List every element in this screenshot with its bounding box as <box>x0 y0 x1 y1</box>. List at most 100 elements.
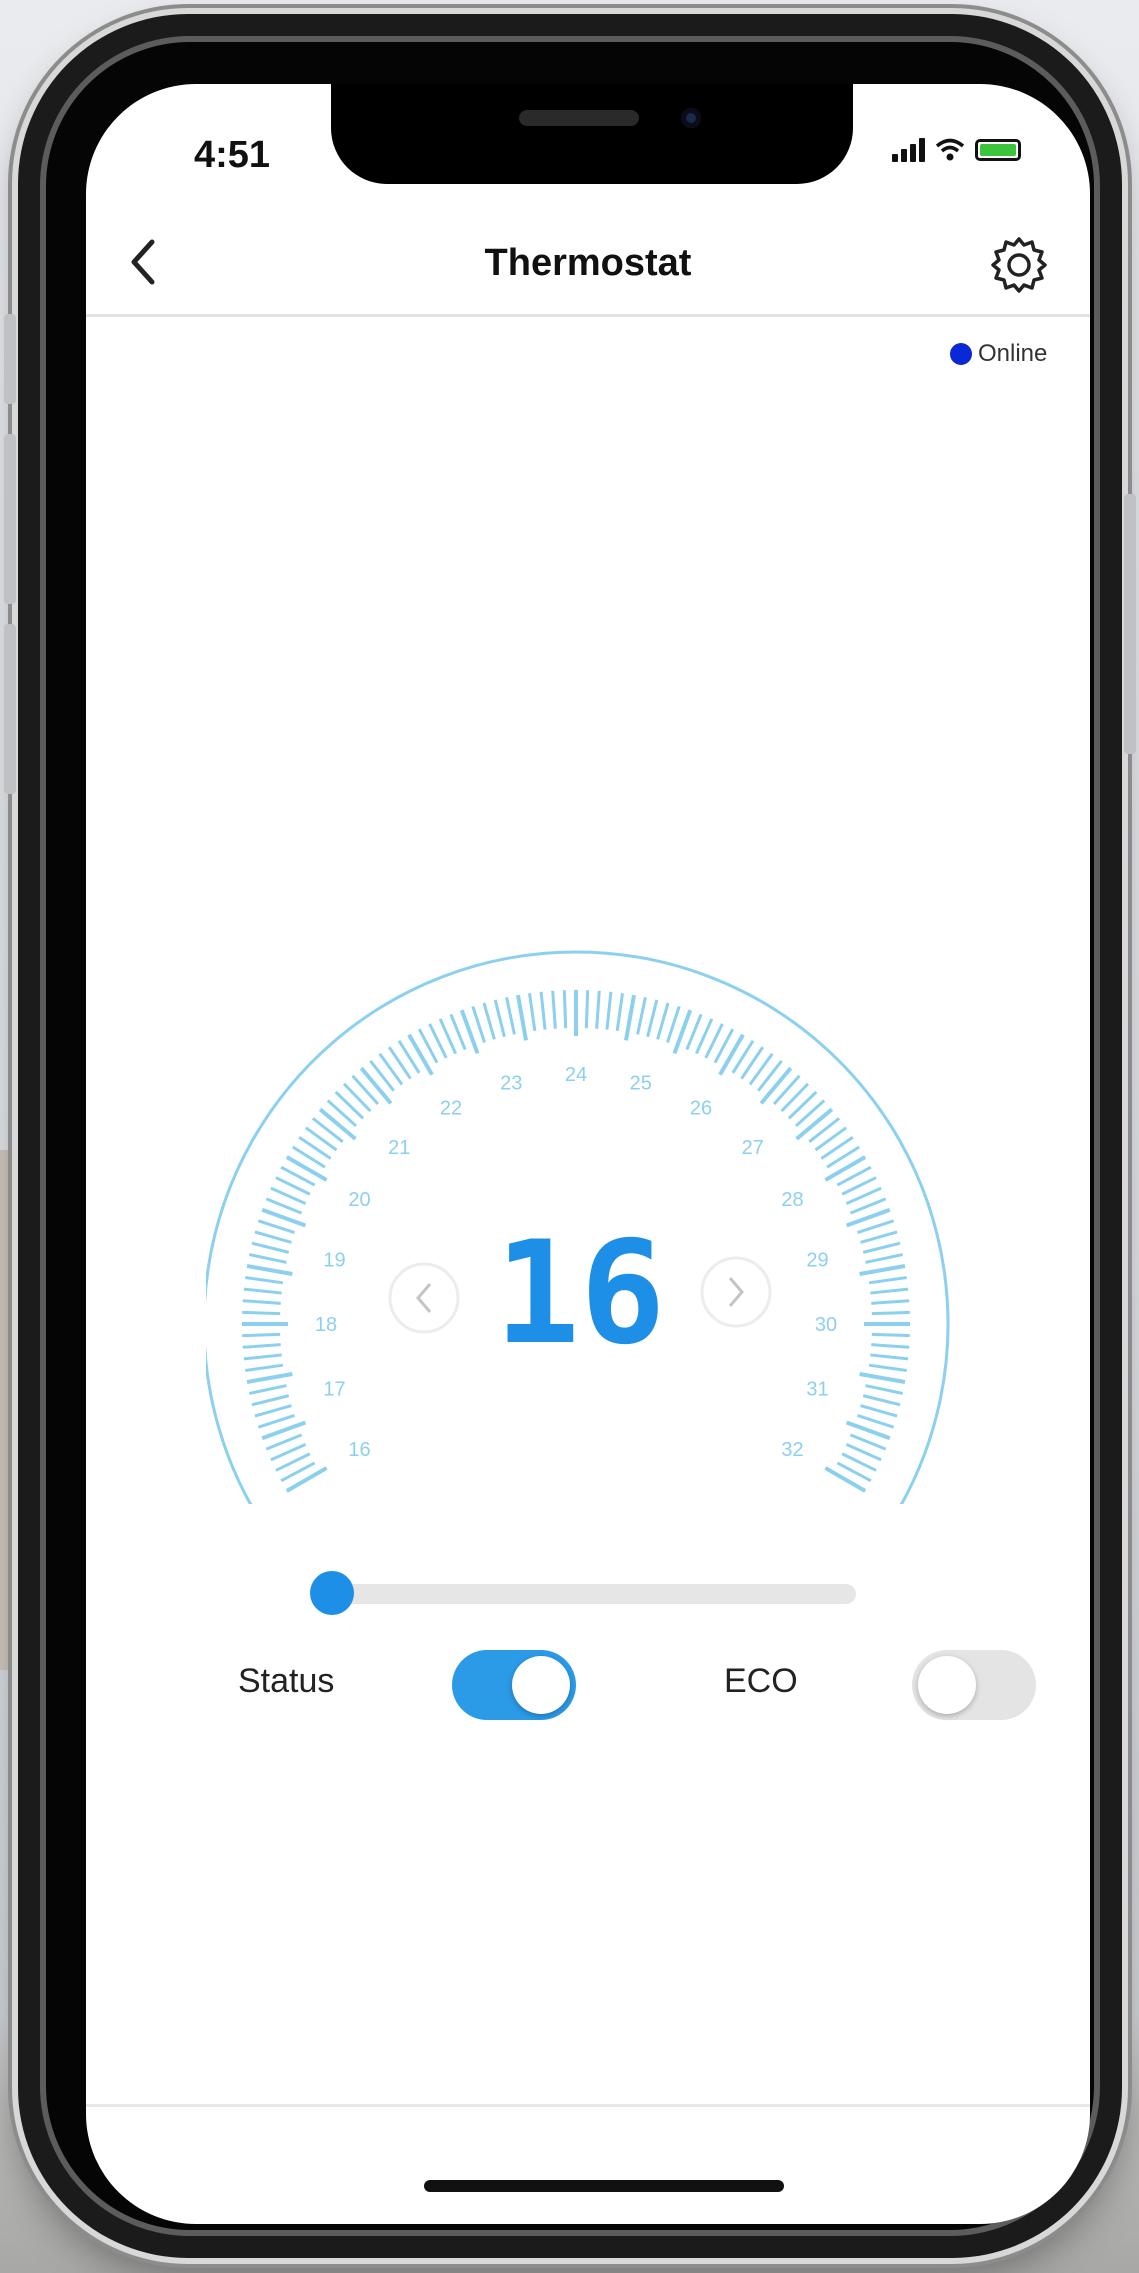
dial-tick <box>528 993 537 1032</box>
dial-tick <box>857 1414 895 1429</box>
dial-tick <box>369 1059 395 1092</box>
dial-tick <box>242 1332 281 1338</box>
front-camera <box>681 108 701 128</box>
dial-tick <box>871 1310 910 1316</box>
dial-scale-label: 17 <box>323 1379 345 1401</box>
battery-icon <box>975 139 1021 161</box>
dial-tick <box>748 1052 774 1086</box>
dial-tick <box>615 993 624 1032</box>
dial-tick <box>407 1033 434 1076</box>
side-button-power <box>1124 494 1136 754</box>
slider-track[interactable] <box>326 1584 856 1604</box>
dial-tick <box>646 999 659 1038</box>
dial-scale-label: 30 <box>815 1314 837 1336</box>
dial-scale-label: 28 <box>781 1189 803 1211</box>
eco-label: ECO <box>724 1662 798 1700</box>
dial-tick <box>824 1466 867 1493</box>
wifi-icon <box>935 138 965 161</box>
dial-tick <box>257 1219 295 1234</box>
notch <box>331 84 853 184</box>
dial-tick <box>245 1276 284 1285</box>
dial-tick <box>870 1287 909 1295</box>
setpoint-value: 16 <box>495 1211 666 1376</box>
dial-tick <box>254 1230 292 1244</box>
dial-tick <box>246 1372 293 1384</box>
dial-tick <box>242 1343 281 1349</box>
dial-scale-label: 23 <box>500 1073 522 1095</box>
dial-tick <box>656 1002 670 1040</box>
dial-tick <box>624 994 636 1041</box>
status-icons <box>892 138 1021 162</box>
dial-tick <box>865 1384 904 1395</box>
dial-tick <box>808 1117 841 1143</box>
dial-tick <box>242 1310 281 1316</box>
slider-thumb[interactable] <box>310 1571 354 1615</box>
dial-tick <box>871 1332 910 1338</box>
dial-tick <box>334 1090 365 1120</box>
side-button-volume-down <box>4 624 16 794</box>
dial-tick <box>860 1230 898 1244</box>
dial-tick <box>814 1126 848 1152</box>
navigation-bar: Thermostat <box>86 224 1090 317</box>
dial-tick <box>871 1299 910 1305</box>
dial-tick <box>857 1219 895 1234</box>
dial-scale-label: 25 <box>630 1073 652 1095</box>
dial-tick <box>248 1384 287 1395</box>
eco-toggle[interactable] <box>912 1650 1036 1720</box>
dial-tick <box>780 1082 810 1113</box>
dial-scale-label: 21 <box>388 1137 410 1159</box>
dial-tick <box>859 1372 906 1384</box>
dial-tick <box>318 1107 357 1141</box>
settings-button[interactable] <box>988 234 1050 301</box>
dial-tick <box>757 1059 783 1092</box>
dial-tick <box>505 996 516 1035</box>
dial-tick <box>584 990 590 1029</box>
home-indicator[interactable] <box>424 2180 784 2192</box>
temperature-dial[interactable]: 16 17 18 19 20 21 22 23 24 25 26 27 28 29 30 31 32 16 <box>206 804 966 1504</box>
decrease-temperature-button[interactable] <box>388 1262 460 1334</box>
dial-tick <box>787 1090 818 1120</box>
dial-tick <box>251 1394 290 1407</box>
dial-scale-label: 19 <box>323 1249 345 1271</box>
gear-icon <box>991 237 1047 293</box>
connection-status: Online <box>950 340 1047 368</box>
dial-tick <box>859 1264 906 1276</box>
dial-scale-label: 31 <box>806 1379 828 1401</box>
page-title: Thermostat <box>484 242 692 284</box>
dial-tick <box>865 1253 904 1264</box>
dial-tick <box>551 990 557 1029</box>
dial-tick <box>251 1241 290 1254</box>
dial-tick <box>759 1066 793 1105</box>
dial-tick <box>311 1117 344 1143</box>
dial-tick <box>246 1264 293 1276</box>
dial-tick <box>636 996 647 1035</box>
dial-scale-label: 26 <box>690 1097 712 1119</box>
dial-tick <box>794 1099 826 1128</box>
dial-tick <box>326 1099 358 1128</box>
dial-tick <box>245 1363 284 1372</box>
dial-tick <box>257 1414 295 1429</box>
online-dot-icon <box>950 343 972 365</box>
increase-temperature-button[interactable] <box>700 1256 772 1328</box>
status-time: 4:51 <box>194 134 271 176</box>
dial-tick <box>860 1404 898 1418</box>
dial-tick <box>493 999 506 1038</box>
side-button-mute <box>4 314 16 404</box>
dial-tick <box>342 1082 372 1113</box>
phone-frame: 4:51 Thermostat Online 16 17 18 19 20 21… <box>4 14 1136 2258</box>
dial-tick <box>862 1394 901 1407</box>
dial-scale-label: 22 <box>440 1097 462 1119</box>
dial-tick <box>242 1299 281 1305</box>
dial-tick <box>718 1033 745 1076</box>
dial-tick <box>824 1155 867 1182</box>
dial-tick <box>243 1287 282 1295</box>
dial-scale-label: 20 <box>348 1189 370 1211</box>
dial-tick <box>605 991 613 1030</box>
dial-tick <box>351 1074 380 1106</box>
status-toggle[interactable] <box>452 1650 576 1720</box>
dial-tick <box>285 1466 328 1493</box>
status-label: Status <box>238 1662 335 1700</box>
dial-tick <box>285 1155 328 1182</box>
dial-tick <box>243 1353 282 1361</box>
dial-tick <box>304 1126 338 1152</box>
